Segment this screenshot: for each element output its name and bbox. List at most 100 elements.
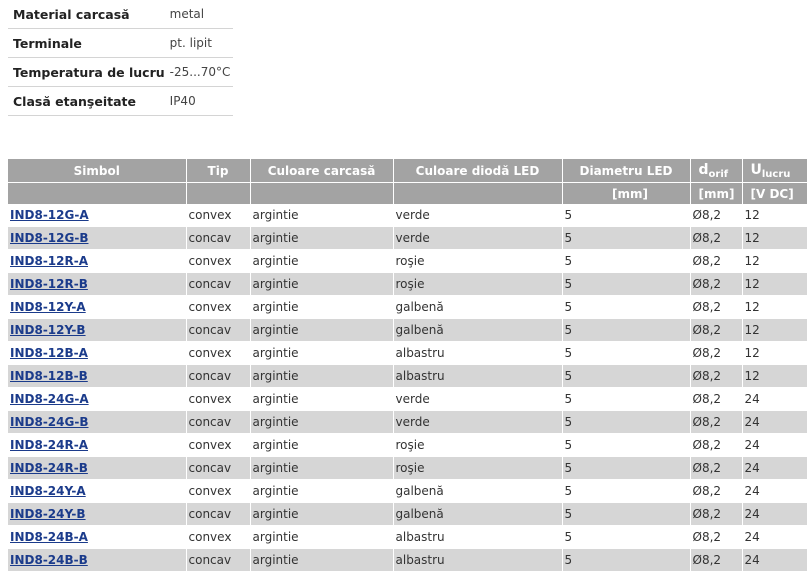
cell-diametru: 5 <box>562 364 691 388</box>
spec-value: metal <box>164 0 233 29</box>
cell-culoare-dioda: galbenă <box>393 479 563 503</box>
product-link[interactable]: IND8-12B-A <box>10 346 88 360</box>
product-link[interactable]: IND8-24Y-B <box>10 507 86 521</box>
cell-culoare-carcasa: argintie <box>250 295 394 319</box>
cell-simbol: IND8-24G-B <box>8 410 187 434</box>
cell-u-lucru: 12 <box>742 318 807 342</box>
u-lucru-sub: lucru <box>761 168 791 180</box>
table-row: IND8-12G-B concav argintie verde 5 Ø8,2 12 <box>8 226 807 250</box>
cell-simbol: IND8-12G-B <box>8 226 187 250</box>
units-culoare-dioda <box>393 182 563 204</box>
cell-d-orif: Ø8,2 <box>690 433 743 457</box>
col-header-u-lucru: Ulucru <box>742 159 807 183</box>
cell-u-lucru: 12 <box>742 249 807 273</box>
cell-simbol: IND8-12Y-B <box>8 318 187 342</box>
cell-tip: concav <box>186 456 251 480</box>
cell-d-orif: Ø8,2 <box>690 479 743 503</box>
cell-u-lucru: 12 <box>742 341 807 365</box>
cell-tip: concav <box>186 548 251 572</box>
cell-tip: convex <box>186 204 251 227</box>
product-link[interactable]: IND8-12G-A <box>10 208 89 222</box>
units-u-lucru: [V DC] <box>742 182 807 204</box>
product-link[interactable]: IND8-12B-B <box>10 369 88 383</box>
cell-culoare-dioda: galbenă <box>393 295 563 319</box>
table-row: IND8-12R-A convex argintie roşie 5 Ø8,2 12 <box>8 249 807 273</box>
table-row: IND8-24G-B concav argintie verde 5 Ø8,2 24 <box>8 410 807 434</box>
cell-simbol: IND8-12R-A <box>8 249 187 273</box>
col-header-d-orif: dorif <box>690 159 743 183</box>
cell-culoare-dioda: albastru <box>393 548 563 572</box>
product-link[interactable]: IND8-24Y-A <box>10 484 86 498</box>
product-link[interactable]: IND8-24B-B <box>10 553 88 567</box>
product-link[interactable]: IND8-24G-A <box>10 392 89 406</box>
spec-value: -25...70°C <box>164 57 233 87</box>
cell-culoare-carcasa: argintie <box>250 479 394 503</box>
cell-culoare-carcasa: argintie <box>250 204 394 227</box>
cell-d-orif: Ø8,2 <box>690 295 743 319</box>
product-link[interactable]: IND8-24R-A <box>10 438 88 452</box>
product-link[interactable]: IND8-24R-B <box>10 461 88 475</box>
header-row: Simbol Tip Culoare carcasă Culoare diodă… <box>8 159 807 183</box>
specs-body: Material carcasă metal Terminale pt. lipit T… <box>8 0 233 116</box>
table-row: IND8-12B-B concav argintie albastru 5 Ø8,2 12 <box>8 364 807 388</box>
cell-u-lucru: 24 <box>742 387 807 411</box>
cell-tip: concav <box>186 226 251 250</box>
spec-label: Material carcasă <box>8 0 165 29</box>
product-link[interactable]: IND8-12R-B <box>10 277 88 291</box>
cell-diametru: 5 <box>562 456 691 480</box>
product-link[interactable]: IND8-12R-A <box>10 254 88 268</box>
cell-culoare-carcasa: argintie <box>250 341 394 365</box>
table-row: IND8-24Y-B concav argintie galbenă 5 Ø8,2 24 <box>8 502 807 526</box>
product-link[interactable]: IND8-12G-B <box>10 231 88 245</box>
units-tip <box>186 182 251 204</box>
spec-value: IP40 <box>164 86 233 116</box>
cell-tip: convex <box>186 341 251 365</box>
d-orif-main: d <box>698 161 709 178</box>
specs-table: Material carcasă metal Terminale pt. lipit T… <box>8 0 233 116</box>
product-link[interactable]: IND8-12Y-A <box>10 300 86 314</box>
cell-culoare-carcasa: argintie <box>250 525 394 549</box>
cell-d-orif: Ø8,2 <box>690 364 743 388</box>
cell-diametru: 5 <box>562 387 691 411</box>
cell-diametru: 5 <box>562 410 691 434</box>
cell-u-lucru: 12 <box>742 272 807 296</box>
spec-row: Temperatura de lucru -25...70°C <box>8 57 233 87</box>
spec-row: Terminale pt. lipit <box>8 28 233 58</box>
cell-culoare-carcasa: argintie <box>250 318 394 342</box>
cell-u-lucru: 24 <box>742 456 807 480</box>
cell-culoare-dioda: verde <box>393 410 563 434</box>
cell-tip: convex <box>186 387 251 411</box>
units-row: [mm] [mm] [V DC] <box>8 182 807 204</box>
cell-culoare-dioda: albastru <box>393 364 563 388</box>
cell-d-orif: Ø8,2 <box>690 456 743 480</box>
cell-simbol: IND8-12Y-A <box>8 295 187 319</box>
product-link[interactable]: IND8-24B-A <box>10 530 88 544</box>
cell-culoare-dioda: verde <box>393 387 563 411</box>
cell-diametru: 5 <box>562 548 691 572</box>
col-header-culoare-carcasa: Culoare carcasă <box>250 159 394 183</box>
cell-simbol: IND8-12B-A <box>8 341 187 365</box>
d-orif-sub: orif <box>708 168 729 180</box>
cell-culoare-dioda: galbenă <box>393 318 563 342</box>
cell-d-orif: Ø8,2 <box>690 410 743 434</box>
product-link[interactable]: IND8-24G-B <box>10 415 88 429</box>
table-row: IND8-12Y-B concav argintie galbenă 5 Ø8,2 12 <box>8 318 807 342</box>
cell-tip: convex <box>186 249 251 273</box>
cell-tip: convex <box>186 525 251 549</box>
cell-culoare-carcasa: argintie <box>250 272 394 296</box>
spec-label: Clasă etanşeitate <box>8 86 165 116</box>
col-header-simbol: Simbol <box>8 159 187 183</box>
table-row: IND8-24B-B concav argintie albastru 5 Ø8,2 24 <box>8 548 807 572</box>
cell-simbol: IND8-24R-A <box>8 433 187 457</box>
spec-row: Material carcasă metal <box>8 0 233 29</box>
table-row: IND8-12G-A convex argintie verde 5 Ø8,2 12 <box>8 204 807 227</box>
cell-u-lucru: 12 <box>742 364 807 388</box>
cell-d-orif: Ø8,2 <box>690 341 743 365</box>
product-link[interactable]: IND8-12Y-B <box>10 323 86 337</box>
cell-culoare-dioda: galbenă <box>393 502 563 526</box>
cell-culoare-carcasa: argintie <box>250 226 394 250</box>
cell-culoare-carcasa: argintie <box>250 387 394 411</box>
u-lucru-main: U <box>750 161 762 178</box>
units-d-orif: [mm] <box>690 182 743 204</box>
cell-diametru: 5 <box>562 502 691 526</box>
